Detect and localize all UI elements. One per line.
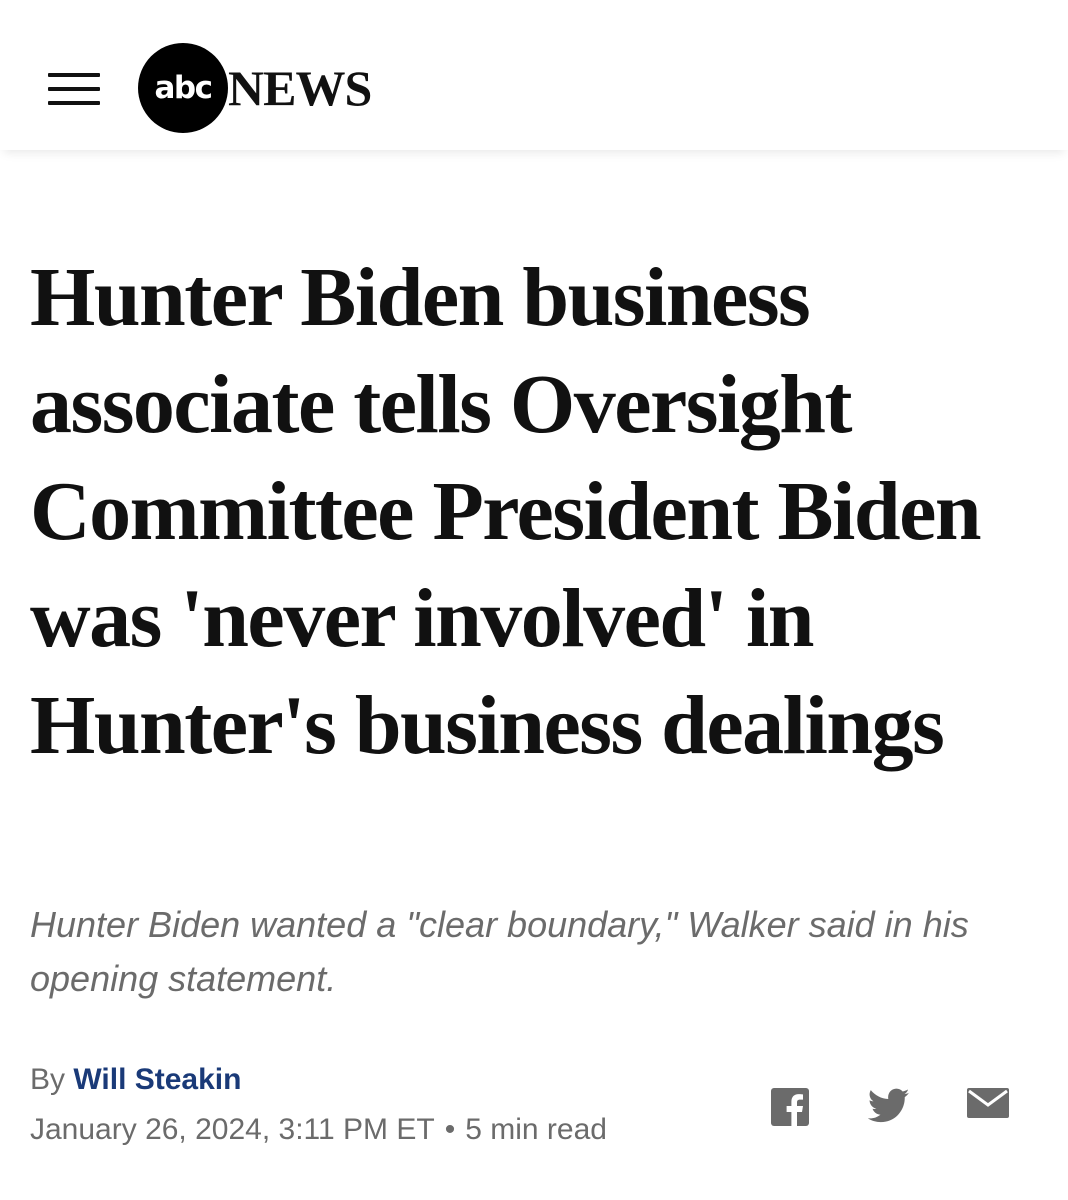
- email-icon[interactable]: [967, 1088, 1009, 1128]
- menu-bar: [48, 73, 100, 77]
- hamburger-menu-icon[interactable]: [48, 73, 100, 107]
- twitter-icon[interactable]: [868, 1088, 910, 1128]
- publish-date: January 26, 2024, 3:11 PM ET: [30, 1113, 435, 1146]
- logo-news-text: NEWS: [228, 60, 372, 116]
- byline-prefix: By: [30, 1063, 66, 1096]
- read-time: 5 min read: [465, 1113, 607, 1146]
- abc-news-logo[interactable]: abc NEWS: [138, 42, 372, 134]
- menu-bar: [48, 87, 100, 91]
- logo-abc-text: abc: [154, 70, 214, 106]
- article-headline: Hunter Biden business associate tells Ov…: [30, 251, 982, 772]
- menu-bar: [48, 101, 100, 105]
- abc-logo-circle: abc: [138, 43, 228, 133]
- article-subhead: Hunter Biden wanted a "clear boundary," …: [30, 904, 969, 999]
- article-meta: January 26, 2024, 3:11 PM ET • 5 min read: [30, 1110, 607, 1150]
- author-link[interactable]: Will Steakin: [73, 1063, 241, 1096]
- facebook-icon[interactable]: [771, 1088, 809, 1128]
- meta-separator: •: [444, 1113, 456, 1146]
- byline: By Will Steakin: [30, 1060, 241, 1100]
- site-header: abc NEWS: [0, 0, 1068, 150]
